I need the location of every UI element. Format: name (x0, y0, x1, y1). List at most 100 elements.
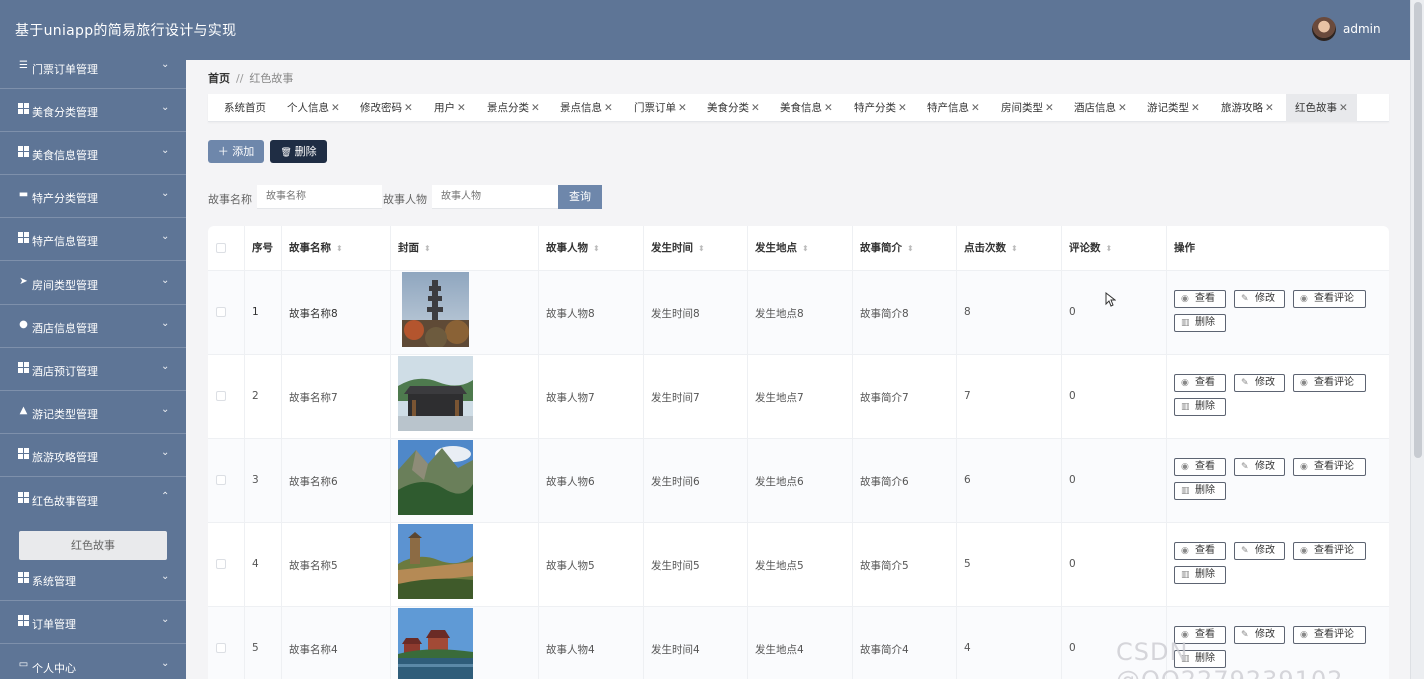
tab-users[interactable]: 用户 ✕ (434, 94, 466, 122)
close-icon[interactable]: ✕ (824, 102, 833, 114)
tab-change-password[interactable]: 修改密码 ✕ (360, 94, 413, 122)
tab-specialty-category[interactable]: 特产分类 ✕ (854, 94, 907, 122)
view-button[interactable]: ◉ 查看 (1174, 542, 1226, 560)
close-icon[interactable]: ✕ (751, 102, 760, 114)
tab-food-info[interactable]: 美食信息 ✕ (780, 94, 833, 122)
cover-image[interactable] (398, 524, 473, 599)
delete-row-button[interactable]: ▥ 删除 (1174, 398, 1226, 416)
story-person-input[interactable] (432, 185, 558, 209)
row-checkbox[interactable] (216, 391, 226, 401)
sidebar-item-ticket-orders[interactable]: ☰ 门票订单管理 ⌄ (0, 60, 186, 89)
delete-row-button[interactable]: ▥ 删除 (1174, 566, 1226, 584)
tab-ticket-orders[interactable]: 门票订单 ✕ (634, 94, 687, 122)
sidebar-item-food-category[interactable]: 美食分类管理 ⌄ (0, 89, 186, 132)
sidebar-item-hotel-booking[interactable]: 酒店预订管理 ⌄ (0, 348, 186, 391)
sort-icon[interactable]: ⬍ (593, 244, 600, 253)
sidebar-item-red-story[interactable]: 红色故事管理 ⌃ (0, 478, 186, 521)
view-comments-button[interactable]: ◉ 查看评论 (1293, 374, 1366, 392)
close-icon[interactable]: ✕ (604, 102, 613, 114)
edit-button[interactable]: ✎ 修改 (1234, 458, 1285, 476)
delete-row-button[interactable]: ▥ 删除 (1174, 314, 1226, 332)
tab-scenic-category[interactable]: 景点分类 ✕ (487, 94, 540, 122)
edit-button[interactable]: ✎ 修改 (1234, 374, 1285, 392)
column-header-name[interactable]: 故事名称 ⬍ (289, 226, 343, 270)
close-icon[interactable]: ✕ (457, 102, 466, 114)
page-scrollbar[interactable] (1410, 0, 1424, 679)
close-icon[interactable]: ✕ (1191, 102, 1200, 114)
view-button[interactable]: ◉ 查看 (1174, 458, 1226, 476)
sidebar-item-specialty-info[interactable]: 特产信息管理 ⌄ (0, 218, 186, 261)
add-button[interactable]: ＋ 添加 (208, 140, 264, 163)
column-header-comments[interactable]: 评论数 ⬍ (1069, 226, 1112, 270)
close-icon[interactable]: ✕ (1339, 102, 1348, 114)
sort-icon[interactable]: ⬍ (424, 244, 431, 253)
close-icon[interactable]: ✕ (1118, 102, 1127, 114)
tab-travel-guide[interactable]: 旅游攻略 ✕ (1221, 94, 1274, 122)
username[interactable]: admin (1343, 22, 1381, 36)
sidebar-item-travelogue-type[interactable]: ▲ 游记类型管理 ⌄ (0, 391, 186, 434)
column-header-person[interactable]: 故事人物 ⬍ (546, 226, 600, 270)
select-all-checkbox[interactable] (216, 243, 226, 253)
delete-row-button[interactable]: ▥ 删除 (1174, 482, 1226, 500)
tab-home[interactable]: 系统首页 (224, 94, 266, 122)
sidebar-item-room-type[interactable]: ➤ 房间类型管理 ⌄ (0, 262, 186, 305)
close-icon[interactable]: ✕ (898, 102, 907, 114)
close-icon[interactable]: ✕ (1045, 102, 1054, 114)
column-header-time[interactable]: 发生时间 ⬍ (651, 226, 705, 270)
close-icon[interactable]: ✕ (1265, 102, 1274, 114)
story-name-input[interactable] (257, 185, 382, 209)
cover-image[interactable] (402, 272, 469, 347)
sort-icon[interactable]: ⬍ (698, 244, 705, 253)
sidebar-item-orders[interactable]: 订单管理 ⌄ (0, 601, 186, 644)
sidebar-item-travel-guide[interactable]: 旅游攻略管理 ⌄ (0, 434, 186, 477)
sidebar-subitem-red-story[interactable]: 红色故事 (19, 531, 167, 560)
tab-room-type[interactable]: 房间类型 ✕ (1001, 94, 1054, 122)
close-icon[interactable]: ✕ (404, 102, 413, 114)
close-icon[interactable]: ✕ (331, 102, 340, 114)
sidebar-item-system[interactable]: 系统管理 ⌄ (0, 558, 186, 601)
tab-red-story[interactable]: 红色故事 ✕ (1286, 94, 1357, 122)
tab-specialty-info[interactable]: 特产信息 ✕ (927, 94, 980, 122)
close-icon[interactable]: ✕ (971, 102, 980, 114)
sidebar-item-specialty-category[interactable]: ▬ 特产分类管理 ⌄ (0, 175, 186, 218)
cover-image[interactable] (398, 356, 473, 431)
column-header-intro[interactable]: 故事简介 ⬍ (860, 226, 914, 270)
cover-image[interactable] (398, 440, 473, 515)
sort-icon[interactable]: ⬍ (1106, 244, 1113, 253)
sort-icon[interactable]: ⬍ (336, 244, 343, 253)
edit-button[interactable]: ✎ 修改 (1234, 290, 1285, 308)
avatar[interactable] (1312, 17, 1336, 41)
sort-icon[interactable]: ⬍ (1011, 244, 1018, 253)
tab-hotel-info[interactable]: 酒店信息 ✕ (1074, 94, 1127, 122)
column-header-place[interactable]: 发生地点 ⬍ (755, 226, 809, 270)
row-checkbox[interactable] (216, 307, 226, 317)
column-header-clicks[interactable]: 点击次数 ⬍ (964, 226, 1018, 270)
tab-travelogue-type[interactable]: 游记类型 ✕ (1147, 94, 1200, 122)
sidebar-item-profile[interactable]: ▭ 个人中心 ⌄ (0, 645, 186, 679)
view-button[interactable]: ◉ 查看 (1174, 374, 1226, 392)
cover-image[interactable] (398, 608, 473, 679)
view-comments-button[interactable]: ◉ 查看评论 (1293, 458, 1366, 476)
row-checkbox[interactable] (216, 559, 226, 569)
row-checkbox[interactable] (216, 475, 226, 485)
view-comments-button[interactable]: ◉ 查看评论 (1293, 290, 1366, 308)
tab-profile[interactable]: 个人信息 ✕ (287, 94, 340, 122)
close-icon[interactable]: ✕ (678, 102, 687, 114)
row-checkbox[interactable] (216, 643, 226, 653)
close-icon[interactable]: ✕ (531, 102, 540, 114)
view-button[interactable]: ◉ 查看 (1174, 290, 1226, 308)
chevron-down-icon: ⌄ (161, 361, 170, 372)
edit-button[interactable]: ✎ 修改 (1234, 542, 1285, 560)
breadcrumb-home[interactable]: 首页 (208, 72, 230, 85)
column-header-cover[interactable]: 封面 ⬍ (398, 226, 431, 270)
tab-food-category[interactable]: 美食分类 ✕ (707, 94, 760, 122)
view-comments-button[interactable]: ◉ 查看评论 (1293, 542, 1366, 560)
delete-button[interactable]: 🗑 删除 (270, 140, 327, 163)
tab-scenic-info[interactable]: 景点信息 ✕ (560, 94, 613, 122)
sort-icon[interactable]: ⬍ (802, 244, 809, 253)
sidebar-item-hotel-info[interactable]: ● 酒店信息管理 ⌄ (0, 305, 186, 348)
sort-icon[interactable]: ⬍ (907, 244, 914, 253)
sidebar-item-food-info[interactable]: 美食信息管理 ⌄ (0, 132, 186, 175)
scrollbar-thumb[interactable] (1414, 2, 1422, 458)
search-button[interactable]: 查询 (558, 185, 602, 209)
